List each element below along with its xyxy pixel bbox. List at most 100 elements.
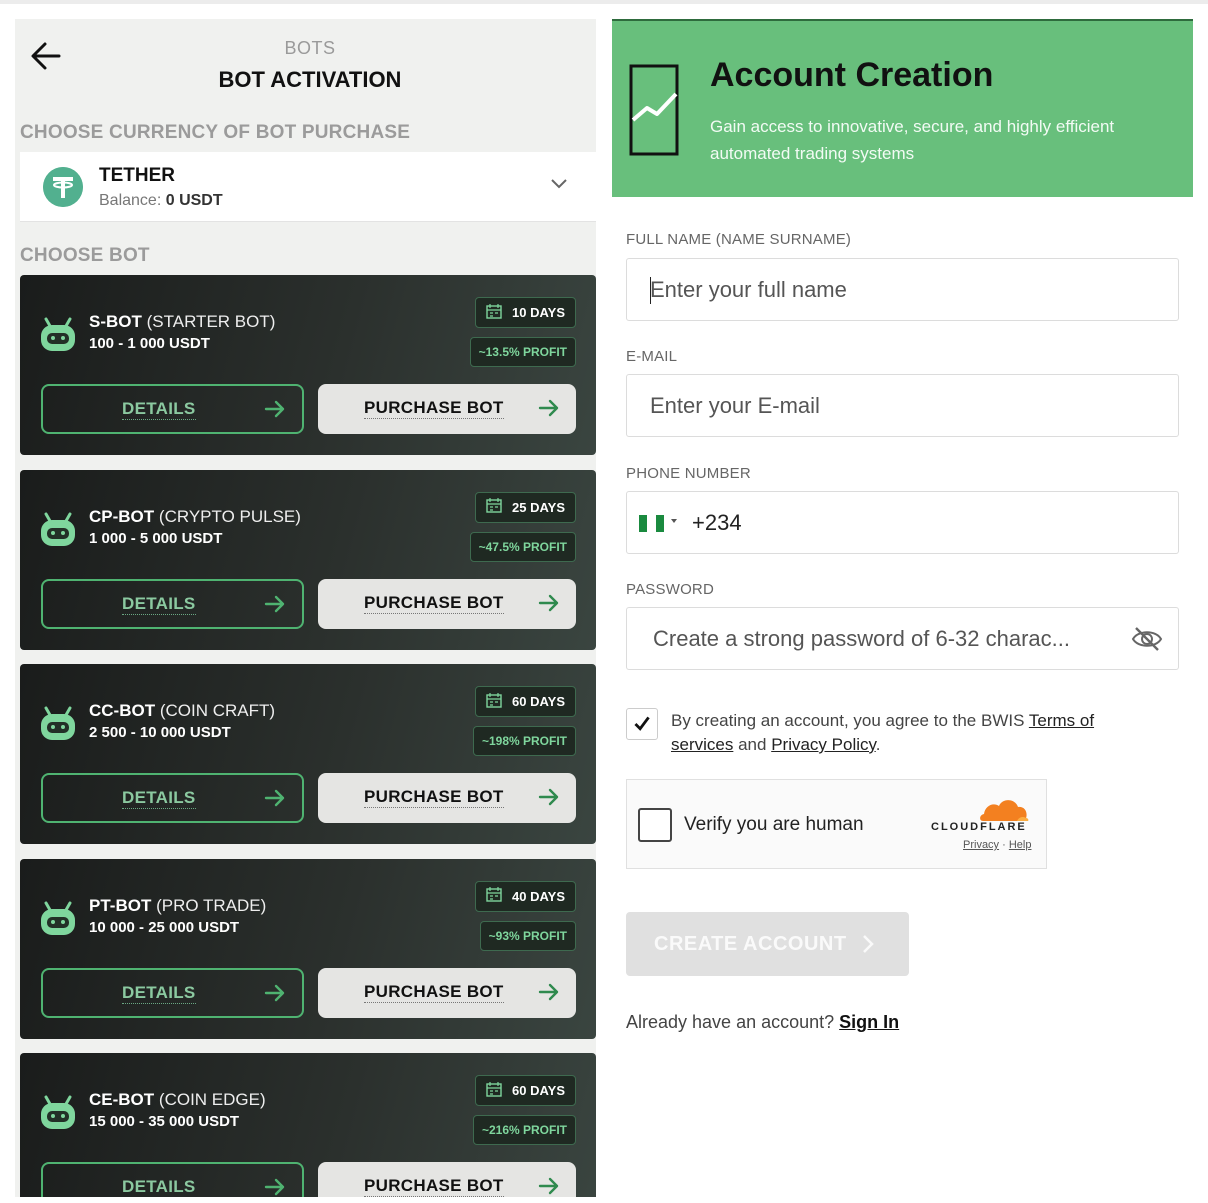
bot-card: PT-BOT (PRO TRADE) 10 000 - 25 000 USDT 40… [20,858,596,1039]
bot-fullname: (COIN EDGE) [158,1090,266,1109]
bot-name: S-BOT (STARTER BOT) [89,312,275,332]
bot-name: CE-BOT (COIN EDGE) [89,1090,266,1110]
details-label: DETAILS [122,399,196,420]
hero-subtitle: Gain access to innovative, secure, and h… [710,117,1115,163]
chevron-down-icon [551,179,567,189]
full-name-label: FULL NAME (NAME SURNAME) [626,231,852,248]
bot-code: CP-BOT [89,506,155,526]
currency-balance: Balance: 0 USDT [99,192,223,210]
details-button[interactable]: DETAILS [41,967,304,1018]
chevron-right-icon [863,935,874,953]
bot-fullname: (PRO TRADE) [156,895,267,915]
password-input[interactable] [627,608,1178,669]
bot-range: 15 000 - 35 000 USDT [89,1113,240,1130]
create-account-label: CREATE ACCOUNT [654,933,847,955]
arrow-right-icon [538,1176,560,1196]
duration-badge: 40 DAYS [475,880,576,912]
account-creation-panel: Account Creation Gain access to innovati… [612,19,1193,1197]
bot-card: CC-BOT (COIN CRAFT) 2 500 - 10 000 USDT 60… [20,664,596,844]
duration-badge: 60 DAYS [475,1075,576,1106]
create-account-button[interactable]: CREATE ACCOUNT [626,912,909,976]
purchase-bot-button[interactable]: PURCHASE BOT [318,1162,576,1197]
bot-range: 2 500 - 10 000 USDT [89,724,231,741]
purchase-bot-button[interactable]: PURCHASE BOT [318,967,576,1018]
robot-icon [38,899,78,937]
arrow-right-icon [264,983,286,1003]
bot-code: CE-BOT [89,1090,155,1109]
captcha-checkbox[interactable] [638,808,672,842]
password-field [626,607,1179,670]
cf-help-link[interactable]: Help [1009,839,1032,851]
terms-and: and [738,735,767,754]
details-button[interactable]: DETAILS [41,578,304,629]
cf-link-separator: · [1002,839,1006,851]
details-label: DETAILS [122,593,196,615]
arrow-right-icon [538,398,560,418]
cf-privacy-link[interactable]: Privacy [963,839,999,851]
email-field [626,374,1179,437]
balance-label: Balance: [99,192,162,209]
terms-checkbox[interactable] [626,708,658,740]
page-title: BOT ACTIVATION [218,67,402,92]
calendar-icon [486,303,502,322]
duration-text: 10 DAYS [512,305,565,320]
currency-selector[interactable]: TETHER Balance: 0 USDT [20,152,596,222]
arrow-right-icon [538,593,560,613]
arrow-right-icon [264,1177,286,1197]
bot-activation-panel: BOTS BOT ACTIVATION CHOOSE CURRENCY OF B… [15,19,596,1197]
profit-badge: ~216% PROFIT [472,1115,576,1145]
details-button[interactable]: DETAILS [41,773,304,823]
signin-prompt: Already have an account? [626,1012,835,1032]
details-button[interactable]: DETAILS [41,384,304,434]
phone-field [626,491,1179,554]
email-input[interactable] [627,375,1178,436]
purchase-label: PURCHASE BOT [364,1176,504,1197]
cloudflare-captcha: Verify you are human CLOUDFLARE Privacy … [626,779,1047,869]
eye-off-icon[interactable] [1131,625,1163,653]
arrow-right-icon [264,788,286,808]
arrow-right-icon [264,594,286,614]
arrow-right-icon [538,982,560,1002]
arrow-right-icon [538,787,560,807]
checkmark-icon [634,716,650,731]
signin-link[interactable]: Sign In [839,1012,899,1032]
duration-text: 40 DAYS [512,888,565,904]
top-divider [0,0,1208,4]
bot-code: S-BOT [89,312,142,331]
details-label: DETAILS [122,1177,196,1196]
breadcrumb: BOTS [284,38,336,58]
hero-title: Account Creation [710,56,994,94]
terms-text: By creating an account, you agree to the… [671,709,1161,757]
duration-badge: 25 DAYS [475,491,576,523]
bot-section-label: CHOOSE BOT [20,245,150,266]
bot-fullname: (COIN CRAFT) [159,701,276,720]
full-name-input[interactable] [627,259,1178,320]
bot-card: CE-BOT (COIN EDGE) 15 000 - 35 000 USDT 60… [20,1053,596,1197]
bot-range: 1 000 - 5 000 USDT [89,529,223,547]
captcha-label: Verify you are human [684,814,864,835]
bot-code: PT-BOT [89,895,152,915]
calendar-icon [486,498,502,516]
password-label: PASSWORD [626,581,714,598]
profit-badge: ~47.5% PROFIT [469,531,576,562]
robot-icon [38,704,78,742]
privacy-policy-link[interactable]: Privacy Policy [771,735,876,754]
chart-trend-icon [629,64,679,156]
purchase-bot-button[interactable]: PURCHASE BOT [318,384,576,434]
cloudflare-wordmark: CLOUDFLARE [931,821,1027,833]
bot-name: PT-BOT (PRO TRADE) [89,896,266,916]
details-button[interactable]: DETAILS [41,1162,304,1197]
bot-card: CP-BOT (CRYPTO PULSE) 1 000 - 5 000 USDT 2… [20,469,596,650]
bot-fullname: (CRYPTO PULSE) [158,506,301,526]
email-label: E-MAIL [626,348,678,365]
tether-icon [43,167,83,207]
phone-input[interactable] [627,492,1178,553]
cloudflare-icon [980,800,1029,821]
currency-name: TETHER [99,165,175,186]
bot-fullname: (STARTER BOT) [146,312,276,331]
phone-label: PHONE NUMBER [626,465,751,482]
balance-value: 0 USDT [165,192,223,209]
purchase-bot-button[interactable]: PURCHASE BOT [318,578,576,629]
duration-badge: 10 DAYS [475,297,576,328]
purchase-bot-button[interactable]: PURCHASE BOT [318,773,576,823]
